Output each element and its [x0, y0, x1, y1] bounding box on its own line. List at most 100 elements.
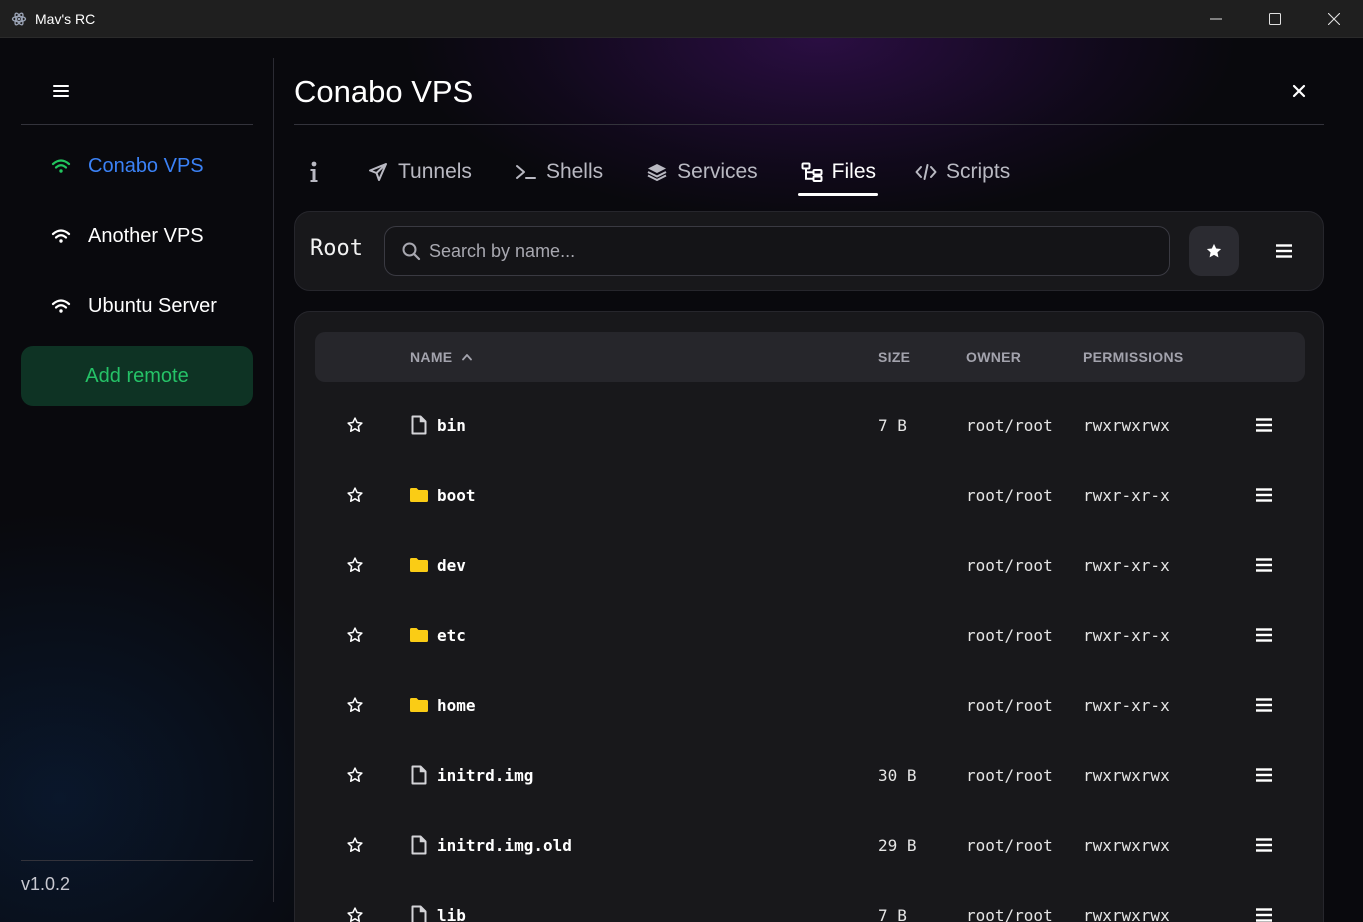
wifi-icon	[50, 225, 72, 247]
table-row[interactable]: dev root/root rwxr-xr-x	[315, 530, 1305, 600]
column-header-name[interactable]: NAME	[410, 349, 473, 365]
sort-ascending-icon	[462, 354, 473, 361]
folder-icon	[409, 555, 429, 575]
favorite-star-button[interactable]	[346, 530, 364, 600]
table-row[interactable]: bin 7 B root/root rwxrwxrwx	[315, 390, 1305, 460]
file-owner: root/root	[966, 765, 1053, 785]
layers-icon	[645, 160, 669, 184]
table-row[interactable]: home root/root rwxr-xr-x	[315, 670, 1305, 740]
file-size: 29 B	[878, 835, 917, 855]
file-owner: root/root	[966, 555, 1053, 575]
file-icon	[409, 765, 429, 785]
add-remote-button[interactable]: Add remote	[21, 346, 253, 406]
tab-bar: Tunnels Shells Services Files Scripts	[300, 148, 1050, 198]
hamburger-icon	[1256, 558, 1272, 572]
favorite-star-button[interactable]	[346, 740, 364, 810]
row-menu-button[interactable]	[1256, 600, 1272, 670]
file-name-cell[interactable]: lib	[409, 880, 466, 922]
close-icon	[1292, 84, 1306, 98]
title-bar: Mav's RC	[0, 0, 1363, 38]
tab-label: Shells	[545, 160, 604, 183]
file-permissions: rwxrwxrwx	[1083, 415, 1170, 435]
table-header: NAME SIZE OWNER PERMISSIONS	[315, 332, 1305, 382]
file-name-cell[interactable]: dev	[409, 530, 466, 600]
file-icon	[409, 835, 429, 855]
column-header-owner[interactable]: OWNER	[966, 349, 1021, 365]
tab-info[interactable]	[300, 148, 328, 196]
remote-item-label: Another VPS	[88, 224, 204, 247]
file-size: 7 B	[878, 415, 907, 435]
window-close-button[interactable]	[1304, 0, 1363, 38]
file-name-cell[interactable]: home	[409, 670, 476, 740]
breadcrumb[interactable]: Root	[310, 236, 363, 261]
row-menu-button[interactable]	[1256, 740, 1272, 810]
table-row[interactable]: initrd.img 30 B root/root rwxrwxrwx	[315, 740, 1305, 810]
send-icon	[366, 160, 390, 184]
table-row[interactable]: initrd.img.old 29 B root/root rwxrwxrwx	[315, 810, 1305, 880]
star-icon	[346, 696, 364, 714]
tab-label: Files	[831, 160, 877, 183]
search-icon	[401, 241, 421, 261]
tab-tunnels[interactable]: Tunnels	[364, 148, 474, 196]
favorite-star-button[interactable]	[346, 390, 364, 460]
star-icon	[346, 486, 364, 504]
table-row[interactable]: boot root/root rwxr-xr-x	[315, 460, 1305, 530]
app-logo-icon	[11, 11, 27, 27]
remote-item-another-vps[interactable]: Another VPS	[21, 211, 253, 261]
maximize-icon	[1268, 13, 1281, 25]
file-permissions: rwxrwxrwx	[1083, 835, 1170, 855]
file-owner: root/root	[966, 695, 1053, 715]
file-permissions: rwxr-xr-x	[1083, 485, 1170, 505]
table-row[interactable]: lib 7 B root/root rwxrwxrwx	[315, 880, 1305, 922]
wifi-icon	[50, 295, 72, 317]
favorite-star-button[interactable]	[346, 810, 364, 880]
remote-item-label: Conabo VPS	[88, 154, 204, 177]
file-name-cell[interactable]: initrd.img	[409, 740, 533, 810]
search-box[interactable]	[384, 226, 1170, 276]
minimize-icon	[1209, 18, 1222, 20]
favorite-star-button[interactable]	[346, 670, 364, 740]
column-header-permissions[interactable]: PERMISSIONS	[1083, 349, 1184, 365]
file-icon	[409, 905, 429, 922]
folder-icon	[409, 485, 429, 505]
file-name: initrd.img.old	[437, 835, 572, 855]
tab-services[interactable]: Services	[643, 148, 760, 196]
favorite-star-button[interactable]	[346, 880, 364, 922]
tab-scripts[interactable]: Scripts	[912, 148, 1012, 196]
column-header-size[interactable]: SIZE	[878, 349, 910, 365]
search-input[interactable]	[429, 240, 1169, 262]
close-remote-button[interactable]	[1284, 76, 1314, 106]
favorite-star-button[interactable]	[346, 460, 364, 530]
favorites-button[interactable]	[1189, 226, 1239, 276]
file-name-cell[interactable]: boot	[409, 460, 476, 530]
remote-item-conabo-vps[interactable]: Conabo VPS	[21, 141, 253, 191]
star-icon	[346, 626, 364, 644]
favorite-star-button[interactable]	[346, 600, 364, 670]
row-menu-button[interactable]	[1256, 880, 1272, 922]
hamburger-icon	[1256, 488, 1272, 502]
row-menu-button[interactable]	[1256, 810, 1272, 880]
star-icon	[346, 766, 364, 784]
file-name-cell[interactable]: initrd.img.old	[409, 810, 572, 880]
file-size: 30 B	[878, 765, 917, 785]
file-name-cell[interactable]: bin	[409, 390, 466, 460]
toolbar-menu-button[interactable]	[1259, 226, 1309, 276]
sidebar: Conabo VPS Another VPS Ubuntu Server Add…	[0, 38, 274, 922]
minimize-button[interactable]	[1186, 0, 1245, 38]
maximize-button[interactable]	[1245, 0, 1304, 38]
tab-shells[interactable]: Shells	[512, 148, 605, 196]
file-icon	[409, 415, 429, 435]
row-menu-button[interactable]	[1256, 390, 1272, 460]
star-icon	[346, 836, 364, 854]
row-menu-button[interactable]	[1256, 460, 1272, 530]
star-icon	[346, 416, 364, 434]
file-permissions: rwxrwxrwx	[1083, 905, 1170, 922]
row-menu-button[interactable]	[1256, 530, 1272, 600]
row-menu-button[interactable]	[1256, 670, 1272, 740]
table-row[interactable]: etc root/root rwxr-xr-x	[315, 600, 1305, 670]
tab-files[interactable]: Files	[797, 148, 879, 196]
tab-label: Tunnels	[398, 160, 472, 183]
file-name-cell[interactable]: etc	[409, 600, 466, 670]
sidebar-menu-button[interactable]	[44, 74, 78, 108]
remote-item-ubuntu-server[interactable]: Ubuntu Server	[21, 281, 253, 331]
